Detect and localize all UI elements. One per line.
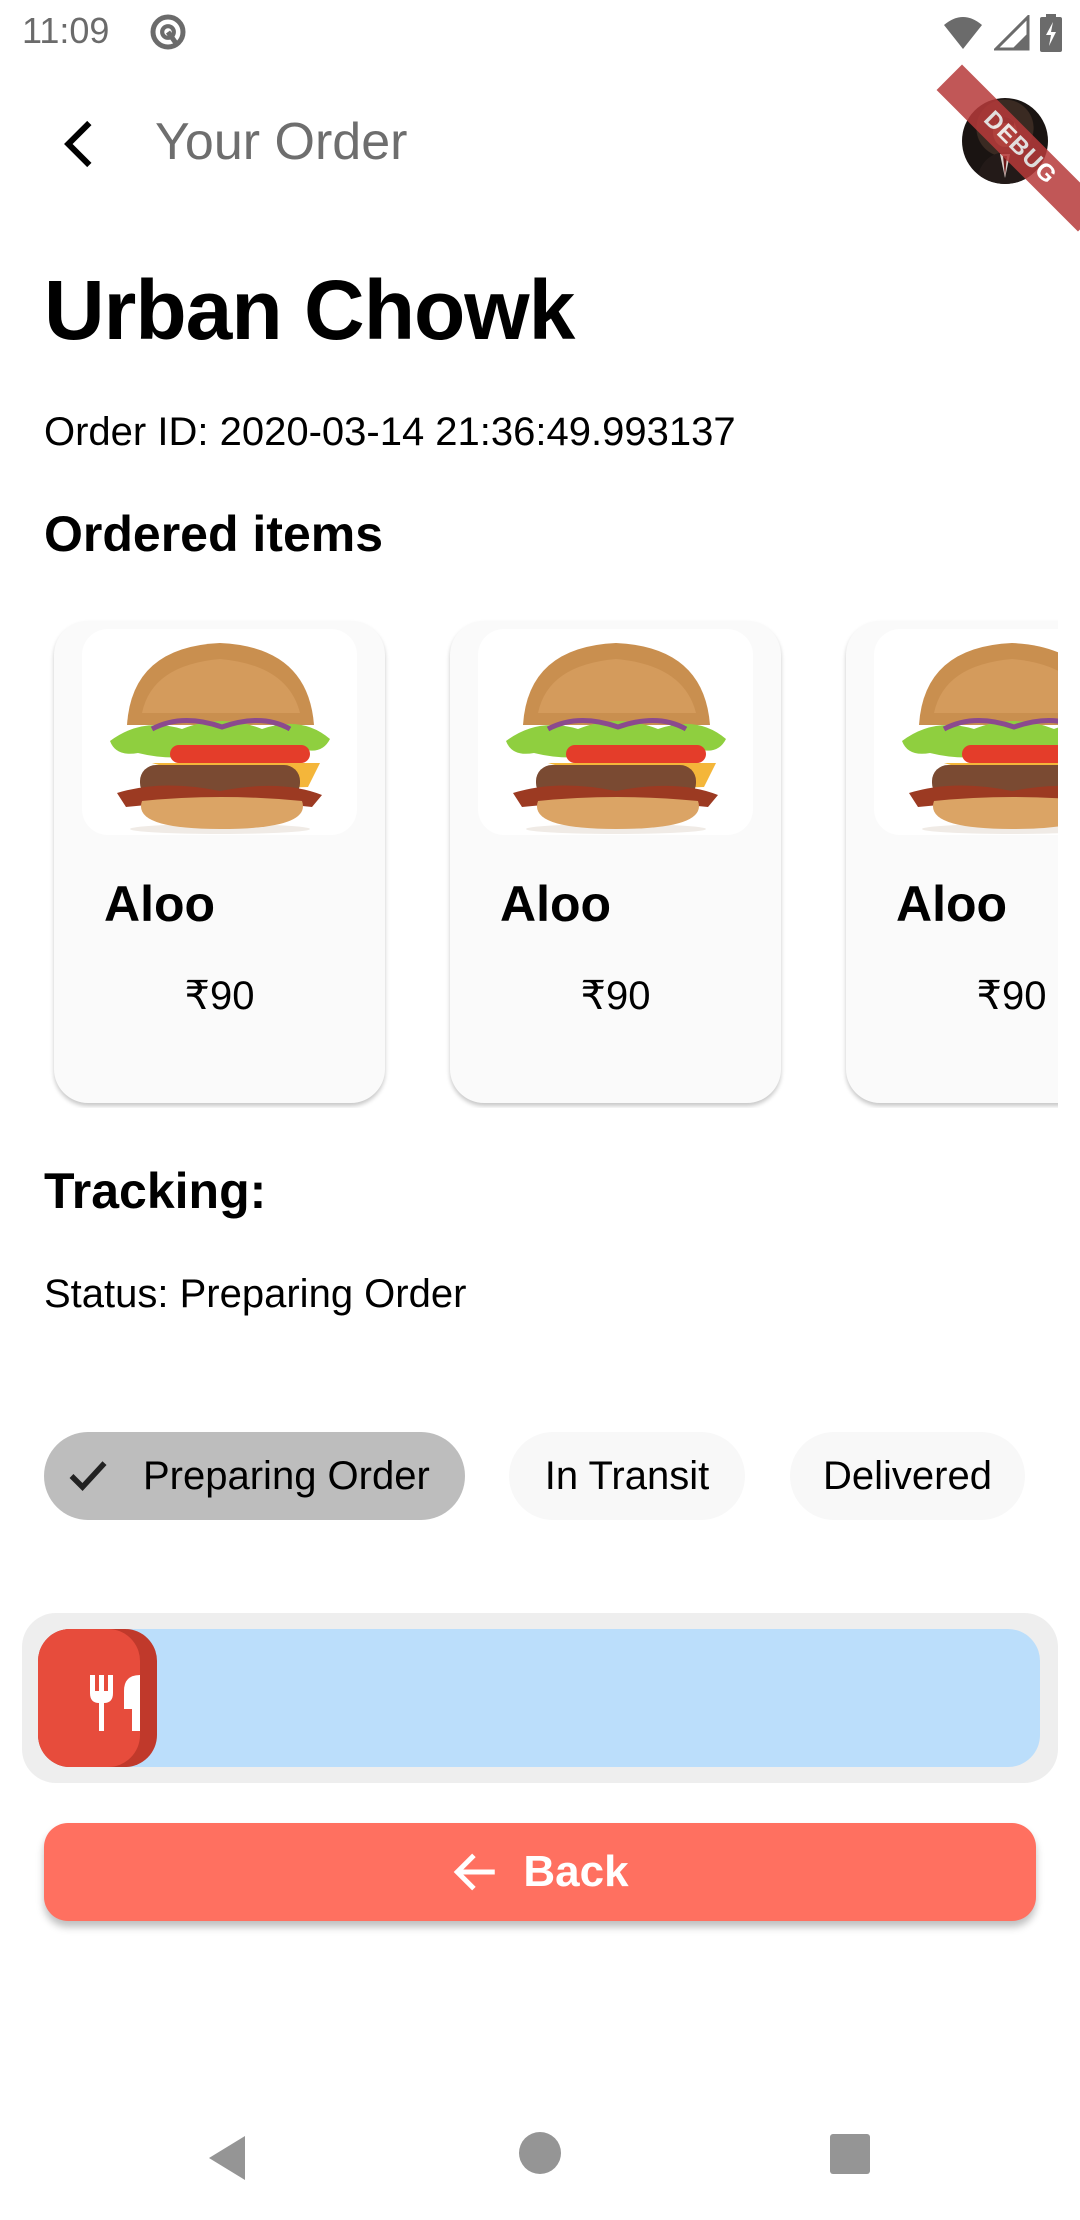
nav-home-icon[interactable] <box>519 2132 561 2174</box>
tracking-heading: Tracking: <box>44 1163 267 1219</box>
nav-recents-icon[interactable] <box>830 2134 870 2174</box>
app-bar: Your Order DEBUG <box>0 64 1080 232</box>
item-name: Aloo <box>896 876 1008 932</box>
chip-label: Delivered <box>823 1454 992 1498</box>
battery-charging-icon <box>1040 14 1062 52</box>
slider-track <box>38 1629 1040 1767</box>
wifi-icon <box>944 17 982 49</box>
slider-knob[interactable] <box>38 1629 140 1767</box>
arrow-left-icon <box>454 1853 496 1891</box>
ordered-items-heading: Ordered items <box>44 506 384 562</box>
chip-label: Preparing Order <box>143 1454 430 1498</box>
signal-icon <box>994 15 1030 51</box>
tracking-slider[interactable] <box>22 1613 1058 1783</box>
restaurant-icon <box>90 1675 140 1731</box>
order-id: Order ID: 2020-03-14 21:36:49.993137 <box>44 410 736 454</box>
item-card[interactable]: Aloo ₹90 <box>54 621 385 1103</box>
burger-image <box>82 629 357 835</box>
chevron-left-icon[interactable] <box>52 116 108 172</box>
item-name: Aloo <box>500 876 612 932</box>
item-card[interactable]: Aloo ₹90 <box>450 621 781 1103</box>
chip-preparing-order[interactable]: Preparing Order <box>44 1432 465 1520</box>
burger-image <box>478 629 753 835</box>
chip-label: In Transit <box>544 1454 710 1498</box>
chip-delivered[interactable]: Delivered <box>790 1432 1025 1520</box>
status-bar: 11:09 <box>0 0 1080 66</box>
chip-in-transit[interactable]: In Transit <box>509 1432 745 1520</box>
burger-illustration <box>902 643 1058 834</box>
at-sign-icon <box>150 14 186 50</box>
status-text: Status: Preparing Order <box>44 1272 467 1316</box>
back-button-label: Back <box>523 1847 629 1896</box>
debug-banner: DEBUG <box>936 64 1080 232</box>
page-title: Your Order <box>155 113 408 171</box>
item-price: ₹90 <box>580 974 651 1018</box>
check-icon <box>69 1461 107 1491</box>
item-price: ₹90 <box>976 974 1047 1018</box>
burger-image <box>874 629 1058 835</box>
item-price: ₹90 <box>184 974 255 1018</box>
burger-illustration <box>110 643 330 834</box>
back-button[interactable]: Back <box>44 1823 1036 1921</box>
system-nav-bar <box>209 2132 870 2180</box>
restaurant-name: Urban Chowk <box>44 263 575 357</box>
item-name: Aloo <box>104 876 216 932</box>
burger-illustration <box>506 643 726 834</box>
ordered-items-list[interactable]: Aloo ₹90 Aloo ₹90 Aloo ₹90 <box>0 618 1058 1108</box>
status-time: 11:09 <box>22 10 110 51</box>
item-card[interactable]: Aloo ₹90 <box>846 621 1058 1103</box>
nav-back-icon[interactable] <box>209 2136 245 2180</box>
